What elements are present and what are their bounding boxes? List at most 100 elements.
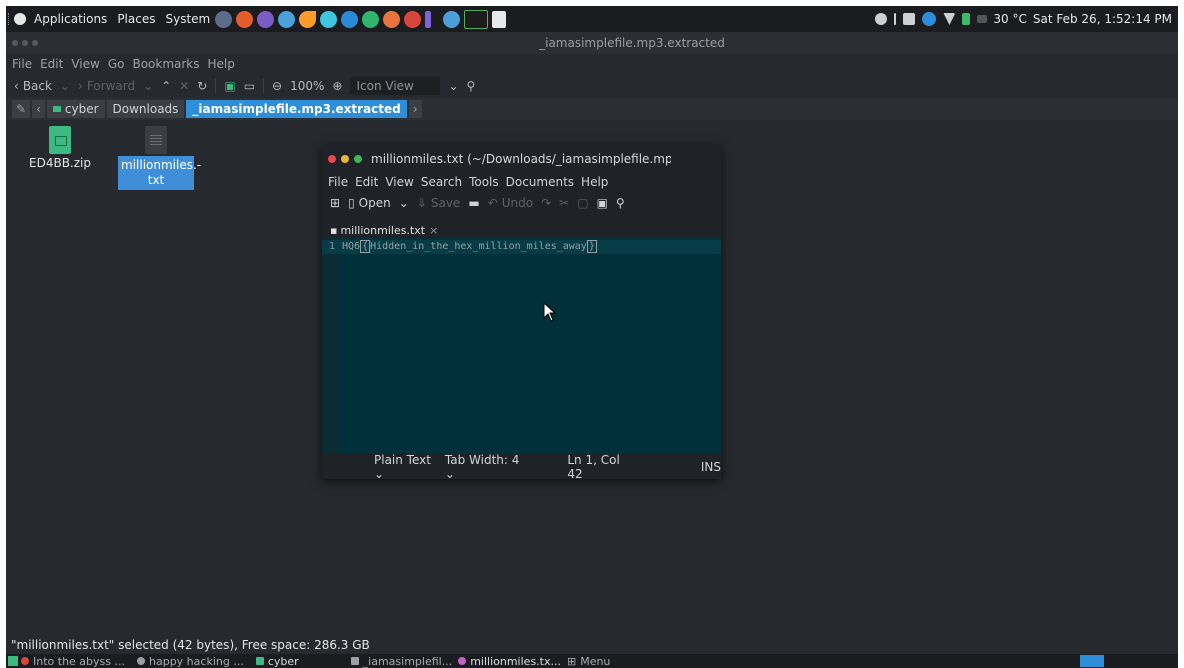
- s-launcher-icon[interactable]: [404, 10, 422, 28]
- close-icon[interactable]: [328, 155, 336, 163]
- zoom-out-icon[interactable]: ⊖: [272, 79, 282, 93]
- applications-menu[interactable]: Applications: [29, 12, 112, 26]
- language-select[interactable]: Plain Text ⌄: [374, 453, 437, 481]
- breadcrumb-downloads[interactable]: Downloads: [106, 100, 185, 118]
- task-millionmiles[interactable]: millionmiles.tx...: [458, 655, 561, 668]
- stop-icon[interactable]: ✕: [179, 79, 189, 93]
- disk-launcher-icon[interactable]: [443, 10, 461, 28]
- menu-bookmarks[interactable]: Bookmarks: [132, 57, 199, 71]
- tab-millionmiles[interactable]: ▪ millionmiles.txt ×: [330, 224, 438, 237]
- menu-help[interactable]: Help: [581, 175, 608, 189]
- file-item-selected[interactable]: millionmiles.-txt: [116, 120, 201, 190]
- editor-icon: [458, 657, 467, 665]
- undo-button[interactable]: ↶ Undo: [488, 196, 533, 210]
- forward-dropdown-icon[interactable]: ⌄: [143, 79, 153, 93]
- computer-icon[interactable]: ▭: [244, 79, 255, 93]
- reload-icon[interactable]: ↻: [197, 79, 207, 93]
- pacman-launcher-icon[interactable]: [299, 10, 317, 28]
- breadcrumb-cyber[interactable]: cyber: [46, 100, 105, 118]
- menu-edit[interactable]: Edit: [355, 175, 378, 189]
- redo-icon[interactable]: ↷: [541, 196, 551, 210]
- current-line[interactable]: 1 HQ6{Hidden_in_the_hex_million_miles_aw…: [322, 240, 721, 254]
- toolbar-separator: [263, 79, 265, 93]
- monitor-launcher-icon[interactable]: [464, 9, 489, 29]
- code-inner: Hidden_in_the_hex_million_miles_away: [370, 241, 587, 252]
- zoom-in-icon[interactable]: ⊕: [332, 79, 342, 93]
- back-dropdown-icon[interactable]: ⌄: [60, 79, 70, 93]
- network-launcher-icon[interactable]: [320, 10, 338, 28]
- find-replace-icon[interactable]: ⚲: [616, 196, 625, 210]
- text-editor-window[interactable]: millionmiles.txt (~/Downloads/_iamasimpl…: [322, 146, 721, 481]
- chromium-launcher-icon[interactable]: [278, 10, 296, 28]
- task-menu[interactable]: ⊞ Menu: [567, 655, 610, 668]
- path-left-icon[interactable]: ‹: [32, 100, 45, 118]
- weather-tray-icon: [977, 15, 988, 23]
- task-terminal-abyss[interactable]: Into the abyss ...: [21, 655, 125, 668]
- path-right-icon[interactable]: ›: [408, 100, 422, 118]
- toggle-location-icon[interactable]: ✎: [12, 100, 31, 118]
- tab-width-select[interactable]: Tab Width: 4 ⌄: [445, 453, 523, 481]
- view-dropdown-icon[interactable]: ⌄: [448, 79, 458, 93]
- copy-icon[interactable]: ▢: [577, 196, 588, 210]
- menu-search[interactable]: Search: [421, 175, 462, 189]
- workspace-switcher[interactable]: [1080, 655, 1104, 667]
- forward-button[interactable]: › Forward: [78, 79, 135, 93]
- wifi-tray-icon[interactable]: [943, 13, 956, 25]
- sync-launcher-icon[interactable]: [362, 10, 380, 28]
- print-icon[interactable]: ▬: [468, 196, 479, 210]
- view-mode-select[interactable]: Icon View: [350, 77, 441, 95]
- open-dropdown-icon[interactable]: ⌄: [399, 196, 409, 210]
- file-item[interactable]: ED4BB.zip: [20, 120, 100, 171]
- settings-tray-icon[interactable]: [875, 13, 888, 25]
- settings-launcher-icon[interactable]: [341, 10, 359, 28]
- menu-file[interactable]: File: [328, 175, 348, 189]
- open-button[interactable]: ▯ Open: [348, 196, 391, 210]
- menu-help[interactable]: Help: [208, 57, 235, 71]
- app-launcher-icon[interactable]: [257, 10, 275, 28]
- task-happy-hacking[interactable]: happy hacking ...: [137, 655, 244, 668]
- places-menu[interactable]: Places: [112, 12, 160, 26]
- browser-launcher-icon[interactable]: [383, 10, 401, 28]
- file-manager-titlebar[interactable]: _iamasimplefile.mp3.extracted: [6, 32, 1178, 54]
- clock-text[interactable]: Sat Feb 26, 1:52:14 PM: [1033, 12, 1172, 26]
- menu-tools[interactable]: Tools: [469, 175, 499, 189]
- cut-icon[interactable]: ✂: [559, 196, 569, 210]
- distro-logo-icon[interactable]: [14, 13, 26, 25]
- breadcrumb-extracted[interactable]: _iamasimplefile.mp3.extracted: [186, 100, 407, 118]
- menu-view[interactable]: View: [385, 175, 413, 189]
- menu-documents[interactable]: Documents: [506, 175, 574, 189]
- home-icon[interactable]: ▣: [224, 79, 235, 93]
- insert-mode[interactable]: INS: [701, 460, 721, 474]
- file-manager-menubar: File Edit View Go Bookmarks Help: [6, 54, 1178, 74]
- back-button[interactable]: ‹ Back: [14, 79, 52, 93]
- minimize-icon[interactable]: [341, 155, 349, 163]
- system-menu[interactable]: System: [160, 12, 215, 26]
- task-extracted-folder[interactable]: _iamasimplefil...: [350, 655, 452, 668]
- task-cyber[interactable]: cyber: [255, 655, 299, 668]
- menu-view[interactable]: View: [71, 57, 99, 71]
- task-label: happy hacking ...: [149, 654, 244, 668]
- save-button[interactable]: ⇓ Save: [417, 196, 461, 210]
- code-prefix: HQ6: [342, 241, 361, 252]
- maximize-icon[interactable]: [354, 155, 362, 163]
- tool-launcher-icon[interactable]: [425, 10, 432, 28]
- update-tray-icon[interactable]: [922, 12, 937, 26]
- editor-titlebar[interactable]: millionmiles.txt (~/Downloads/_iamasimpl…: [322, 146, 721, 172]
- volume-tray-icon[interactable]: [903, 13, 916, 25]
- up-icon[interactable]: ⌃: [161, 79, 171, 93]
- battery-tray-icon[interactable]: [962, 13, 971, 25]
- menu-file[interactable]: File: [12, 57, 32, 71]
- editor-text-area[interactable]: 1 HQ6{Hidden_in_the_hex_million_miles_aw…: [322, 238, 721, 454]
- tab-close-icon[interactable]: ×: [429, 224, 438, 237]
- new-document-icon[interactable]: ⊞: [330, 196, 340, 210]
- terminal-launcher-icon[interactable]: [215, 10, 233, 28]
- menu-edit[interactable]: Edit: [40, 57, 63, 71]
- search-icon[interactable]: ⚲: [467, 79, 476, 93]
- menu-go[interactable]: Go: [108, 57, 125, 71]
- show-desktop-icon[interactable]: [8, 656, 18, 666]
- firefox-launcher-icon[interactable]: [236, 10, 254, 28]
- editor-window-controls: [322, 155, 367, 163]
- close-brace-highlight: }: [586, 240, 597, 253]
- arrow-launcher-icon[interactable]: [492, 10, 507, 28]
- paste-icon[interactable]: ▣: [597, 196, 608, 210]
